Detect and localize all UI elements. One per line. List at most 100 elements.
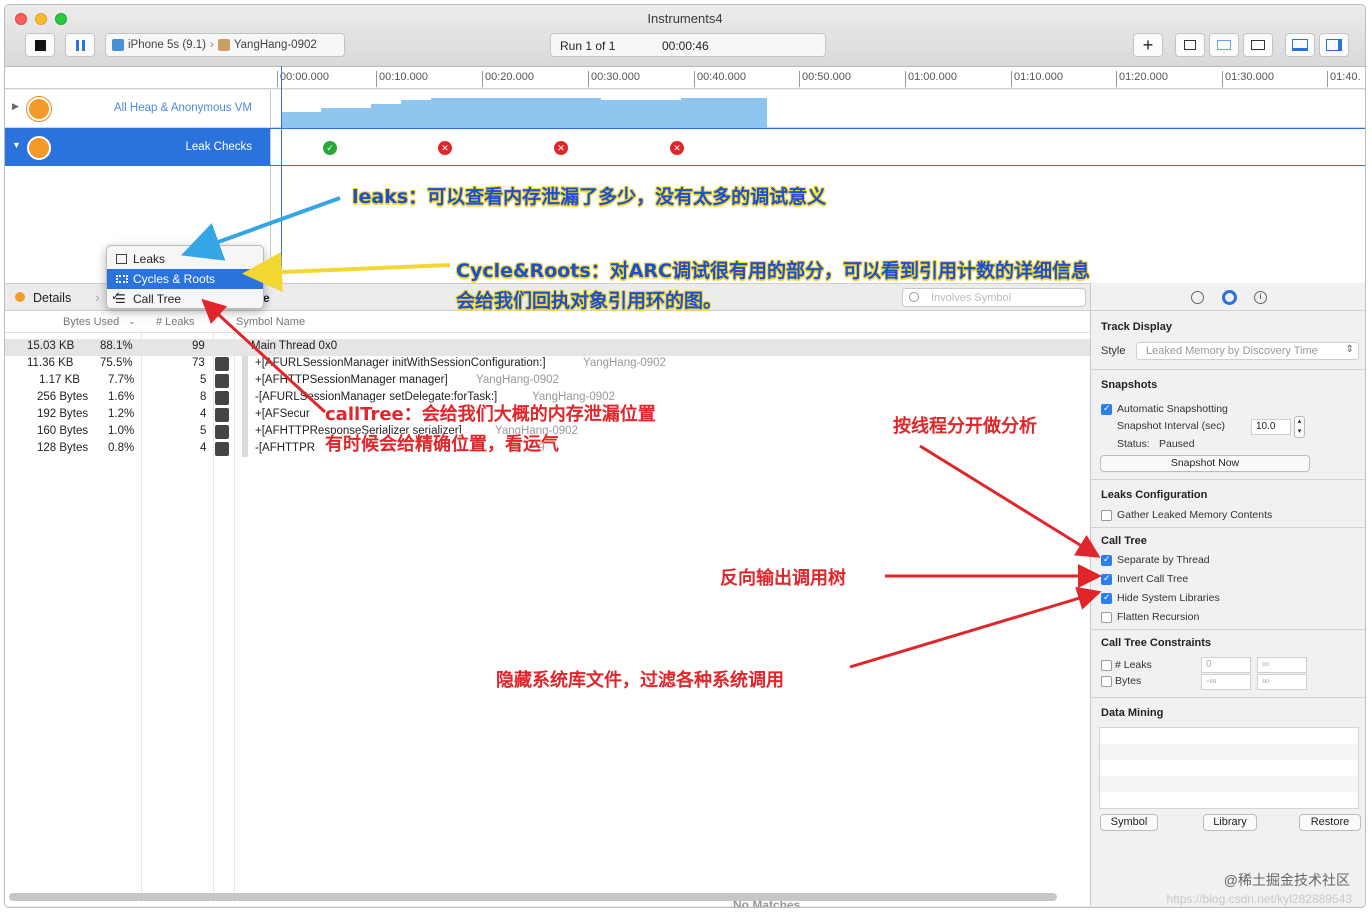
annotation-cycles-line1: Cycle&Roots：对ARC调试很有用的部分，可以看到引用计数的详细信息: [456, 260, 1090, 282]
annotation-calltree-line1: callTree：会给我们大概的内存泄漏位置: [325, 404, 656, 425]
invert-call-tree-checkbox[interactable]: [1101, 573, 1112, 585]
leak-found-icon[interactable]: ✕: [554, 141, 568, 155]
col-bytes-used[interactable]: Bytes Used: [63, 311, 119, 333]
hide-system-libraries-checkbox[interactable]: [1101, 592, 1112, 604]
snapshot-now-button[interactable]: Snapshot Now: [1100, 455, 1310, 472]
auto-snapshot-checkbox[interactable]: [1101, 403, 1112, 415]
cell-bytes: 15.03 KB: [27, 340, 75, 352]
separate-by-thread-checkbox[interactable]: [1101, 554, 1112, 566]
gather-contents-checkbox[interactable]: [1101, 510, 1112, 521]
symbol-search-field[interactable]: Involves Symbol: [902, 288, 1086, 307]
cell-symbol: +[AFURLSessionManager initWithSessionCon…: [255, 357, 546, 369]
col-leaks[interactable]: # Leaks: [156, 311, 195, 333]
add-instrument-button[interactable]: +: [1133, 33, 1163, 57]
cell-symbol: +[AFSecur: [255, 408, 310, 420]
col-symbol[interactable]: Symbol Name: [236, 311, 305, 333]
restore-button[interactable]: Restore: [1299, 814, 1361, 831]
bottom-panel-icon: [1292, 39, 1308, 51]
constraint-leaks-label: # Leaks: [1115, 659, 1152, 671]
invert-call-tree-label: Invert Call Tree: [1117, 573, 1189, 585]
chevron-right-icon: ›: [210, 39, 214, 51]
disclosure-down-icon[interactable]: ▼: [12, 140, 21, 150]
menu-item-leaks[interactable]: Leaks: [107, 249, 263, 269]
cell-bytes: 192 Bytes: [37, 408, 89, 420]
track-display-heading: Track Display: [1101, 321, 1172, 333]
cell-pct: 75.5%: [100, 357, 133, 369]
annotation-leaks: leaks：可以查看内存泄漏了多少，没有太多的调试意义: [352, 186, 827, 208]
toggle-right-panel[interactable]: [1319, 33, 1349, 57]
table-row[interactable]: 11.36 KB 75.5% 73 +[AFURLSessionManager …: [5, 356, 1090, 373]
search-icon: [909, 292, 919, 302]
inspector-panel: i Track Display Style Leaked Memory by D…: [1090, 283, 1365, 906]
flatten-recursion-checkbox[interactable]: [1101, 612, 1112, 623]
tick-3: 00:30.000: [588, 71, 640, 87]
disclosure-right-icon[interactable]: ▶: [12, 101, 19, 112]
divider: [1091, 479, 1365, 480]
constraint-bytes-label: Bytes: [1115, 675, 1142, 687]
details-label[interactable]: Details: [33, 291, 71, 305]
cell-leaks: 5: [200, 374, 207, 386]
track-leaks-label: ▼ Leak Checks: [5, 129, 271, 165]
timeline-ruler[interactable]: 00:00.000 00:10.000 00:20.000 00:30.000 …: [5, 67, 1365, 89]
table-row[interactable]: 15.03 KB 88.1% 99 Main Thread 0x0: [5, 339, 1090, 356]
data-mining-list[interactable]: [1099, 727, 1359, 809]
cell-pct: 1.6%: [108, 391, 135, 403]
status-label: Status:: [1117, 438, 1150, 450]
constraint-leaks-checkbox[interactable]: [1101, 660, 1112, 671]
tick-1: 00:10.000: [376, 71, 428, 87]
inspector-tabs: i: [1091, 283, 1365, 311]
table-icon: [116, 254, 127, 264]
clock-icon[interactable]: [1191, 291, 1204, 304]
gear-icon[interactable]: [1222, 290, 1237, 305]
run-label: Run 1 of 1: [560, 39, 616, 53]
constraint-bytes-min[interactable]: -∞: [1201, 674, 1251, 690]
stop-record-button[interactable]: [25, 33, 55, 57]
style-label: Style: [1101, 345, 1126, 357]
menu-item-call-tree[interactable]: ☰ Call Tree: [107, 289, 263, 309]
tree-label-suffix: e: [263, 291, 270, 305]
call-tree-checkmark-icon: ✓: [111, 289, 122, 303]
track-leaks[interactable]: ▼ Leak Checks ✓ ✕ ✕ ✕: [5, 128, 1365, 166]
tick-0: 00:00.000: [277, 71, 329, 87]
library-button[interactable]: Library: [1203, 814, 1257, 831]
detail-view-menu: Leaks Cycles & Roots ☰ Call Tree: [106, 245, 264, 309]
pause-button[interactable]: [65, 33, 95, 57]
horizontal-scrollbar[interactable]: [9, 893, 1057, 901]
toggle-bottom-panel[interactable]: [1285, 33, 1315, 57]
cell-bytes: 128 Bytes: [37, 442, 89, 454]
view-toggle-1[interactable]: [1175, 33, 1205, 57]
playhead-line: [281, 66, 282, 281]
snapshot-interval-field[interactable]: 10.0: [1251, 419, 1291, 435]
user-code-icon: [215, 408, 229, 422]
allocations-icon: [27, 97, 51, 121]
constraint-bytes-max[interactable]: ∞: [1257, 674, 1307, 690]
leak-found-icon[interactable]: ✕: [670, 141, 684, 155]
view-toggle-2[interactable]: [1209, 33, 1239, 57]
hide-system-libraries-label: Hide System Libraries: [1117, 592, 1220, 604]
view-toggle-3[interactable]: [1243, 33, 1273, 57]
info-icon[interactable]: i: [1254, 291, 1267, 304]
menu-item-cycles-roots[interactable]: Cycles & Roots: [107, 269, 263, 289]
data-mining-heading: Data Mining: [1101, 707, 1164, 719]
heap-graph-area: [281, 98, 767, 128]
menu-item-call-tree-label: Call Tree: [133, 292, 182, 306]
style-popup[interactable]: Leaked Memory by Discovery Time ⇕: [1136, 342, 1359, 360]
symbol-button[interactable]: Symbol: [1100, 814, 1158, 831]
table-row[interactable]: 1.17 KB 7.7% 5 +[AFHTTPSessionManager ma…: [5, 373, 1090, 390]
list-view-icon: [1217, 40, 1231, 50]
cell-leaks: 73: [192, 357, 205, 369]
device-selector[interactable]: iPhone 5s (9.1) › YangHang-0902: [105, 33, 345, 57]
cell-symbol: Main Thread 0x0: [251, 340, 338, 352]
leak-found-icon[interactable]: ✕: [438, 141, 452, 155]
annotation-hide: 隐藏系统库文件，过滤各种系统调用: [496, 670, 784, 691]
annotation-cycles-line2: 会给我们回执对象引用环的图。: [456, 290, 723, 312]
constraint-leaks-max[interactable]: ∞: [1257, 657, 1307, 673]
right-panel-icon: [1326, 39, 1342, 51]
interval-stepper[interactable]: ▴ ▾: [1294, 416, 1305, 438]
constraint-leaks-min[interactable]: 0: [1201, 657, 1251, 673]
constraint-bytes-checkbox[interactable]: [1101, 676, 1112, 687]
cell-leaks: 4: [200, 408, 207, 420]
app-icon: [217, 39, 230, 51]
check-ok-icon[interactable]: ✓: [323, 141, 337, 155]
track-heap[interactable]: ▶ All Heap & Anonymous VM: [5, 90, 1365, 128]
